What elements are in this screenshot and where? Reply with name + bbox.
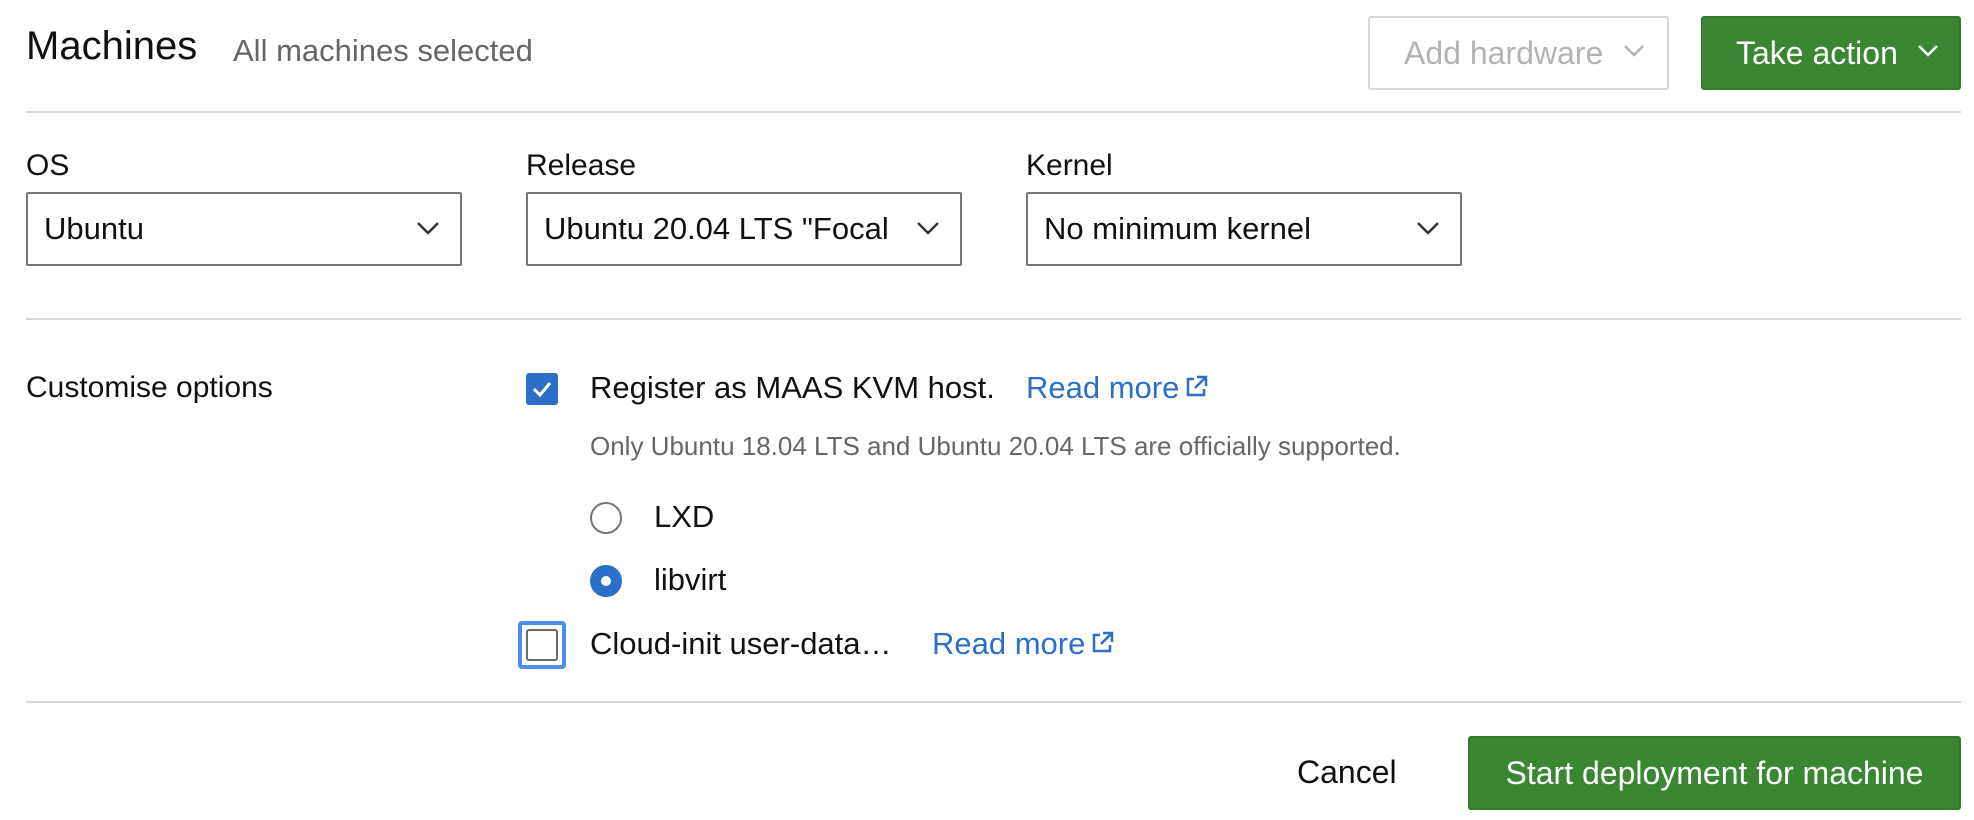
page-title: Machines: [26, 24, 198, 68]
chevron-down-icon: [917, 222, 939, 235]
header-divider: [26, 111, 1961, 113]
kernel-label: Kernel: [1026, 149, 1113, 182]
checkmark-icon: [532, 382, 552, 398]
cloud-init-read-more-link[interactable]: Read more: [932, 625, 1115, 663]
take-action-button[interactable]: Take action: [1701, 16, 1961, 90]
chevron-down-icon: [417, 222, 439, 235]
release-label: Release: [526, 149, 637, 182]
start-deployment-label: Start deployment for machine: [1505, 754, 1924, 791]
chevron-down-icon: [1918, 45, 1938, 57]
read-more-label: Read more: [932, 626, 1086, 661]
footer-divider: [26, 701, 1961, 703]
kernel-select-value: No minimum kernel: [1044, 211, 1312, 246]
register-kvm-label[interactable]: Register as MAAS KVM host.: [590, 369, 995, 407]
kvm-type-libvirt-label[interactable]: libvirt: [654, 561, 726, 599]
kvm-type-lxd-label[interactable]: LXD: [654, 498, 714, 536]
options-divider: [26, 318, 1961, 320]
customise-options-label: Customise options: [26, 371, 273, 404]
take-action-label: Take action: [1736, 34, 1898, 71]
chevron-down-icon: [1417, 222, 1439, 235]
os-label: OS: [26, 149, 70, 182]
add-hardware-label: Add hardware: [1404, 34, 1604, 71]
external-link-icon: [1093, 631, 1114, 653]
add-hardware-button[interactable]: Add hardware: [1368, 16, 1669, 90]
selection-status: All machines selected: [233, 33, 533, 68]
deploy-page: Machines All machines selected Add hardw…: [0, 0, 1974, 820]
os-select[interactable]: Ubuntu: [26, 192, 462, 266]
chevron-down-icon: [1624, 45, 1644, 57]
start-deployment-button[interactable]: Start deployment for machine: [1468, 736, 1961, 810]
register-kvm-read-more-link[interactable]: Read more: [1026, 369, 1209, 407]
kvm-type-libvirt-radio[interactable]: [590, 565, 622, 597]
cancel-button[interactable]: Cancel: [1297, 752, 1397, 792]
release-select-value: Ubuntu 20.04 LTS "Focal: [544, 211, 889, 246]
cloud-init-checkbox[interactable]: [526, 629, 558, 661]
read-more-label: Read more: [1026, 370, 1180, 405]
release-select[interactable]: Ubuntu 20.04 LTS "Focal: [526, 192, 962, 266]
os-select-value: Ubuntu: [44, 211, 144, 246]
register-kvm-checkbox[interactable]: [526, 373, 558, 405]
kvm-type-lxd-radio[interactable]: [590, 502, 622, 534]
external-link-icon: [1187, 375, 1208, 397]
kernel-select[interactable]: No minimum kernel: [1026, 192, 1462, 266]
cloud-init-label[interactable]: Cloud-init user-data…: [590, 625, 892, 663]
kvm-support-help-text: Only Ubuntu 18.04 LTS and Ubuntu 20.04 L…: [590, 431, 1401, 461]
